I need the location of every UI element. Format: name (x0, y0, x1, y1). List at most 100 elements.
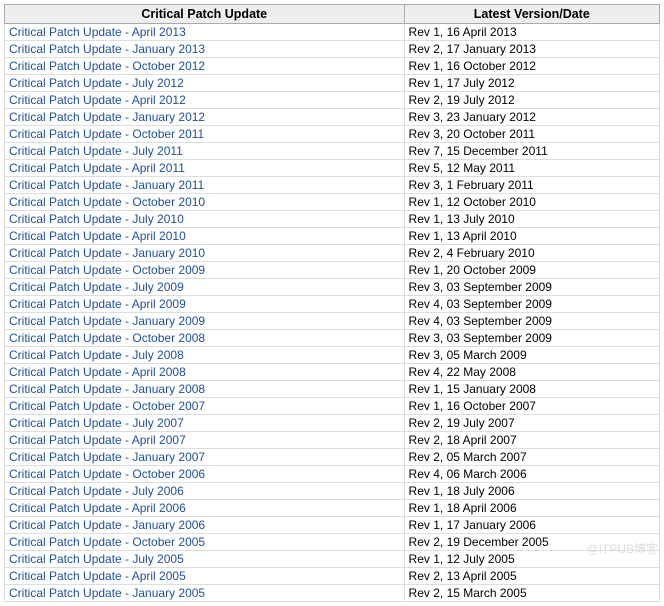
table-row: Critical Patch Update - January 2007 Rev … (5, 449, 660, 466)
col-header-date: Latest Version/Date (404, 5, 659, 24)
table-row: Critical Patch Update - April 2009Rev 4,… (5, 296, 660, 313)
patch-link[interactable]: Critical Patch Update - April 2006 (9, 501, 186, 515)
patch-link[interactable]: Critical Patch Update - October 2005 (9, 535, 205, 549)
table-row: Critical Patch Update - April 2005 Rev 2,… (5, 568, 660, 585)
patch-link[interactable]: Critical Patch Update - January 2013 (9, 42, 205, 56)
patch-name-cell: Critical Patch Update - January 2008 (5, 381, 405, 398)
table-row: Critical Patch Update - October 2008 Rev … (5, 330, 660, 347)
table-row: Critical Patch Update - January 2006 Rev … (5, 517, 660, 534)
patch-date-cell: Rev 1, 18 April 2006 (404, 500, 659, 517)
table-row: Critical Patch Update - October 2007Rev … (5, 398, 660, 415)
table-row: Critical Patch Update - July 2007Rev 2, … (5, 415, 660, 432)
patch-date-cell: Rev 1, 16 April 2013 (404, 24, 659, 41)
patch-date-cell: Rev 3, 05 March 2009 (404, 347, 659, 364)
patch-link[interactable]: Critical Patch Update - October 2011 (9, 127, 204, 141)
col-header-name: Critical Patch Update (5, 5, 405, 24)
table-row: Critical Patch Update - April 2008 Rev 4,… (5, 364, 660, 381)
patch-name-cell: Critical Patch Update - January 2010 (5, 245, 405, 262)
patch-link[interactable]: Critical Patch Update - July 2005 (9, 552, 184, 566)
table-row: Critical Patch Update - April 2006 Rev 1,… (5, 500, 660, 517)
patch-name-cell: Critical Patch Update - July 2010 (5, 211, 405, 228)
patch-name-cell: Critical Patch Update - January 2006 (5, 517, 405, 534)
table-body: Critical Patch Update - April 2013 Rev 1,… (5, 24, 660, 602)
table-row: Critical Patch Update - October 2006 Rev … (5, 466, 660, 483)
table-row: Critical Patch Update - October 2012 Rev … (5, 58, 660, 75)
patch-name-cell: Critical Patch Update - July 2012 (5, 75, 405, 92)
patch-link[interactable]: Critical Patch Update - July 2007 (9, 416, 184, 430)
patch-link[interactable]: Critical Patch Update - January 2007 (9, 450, 205, 464)
patch-date-cell: Rev 2, 15 March 2005 (404, 585, 659, 602)
table-row: Critical Patch Update - January 2011Rev … (5, 177, 660, 194)
patch-name-cell: Critical Patch Update - April 2007 (5, 432, 405, 449)
patch-link[interactable]: Critical Patch Update - October 2009 (9, 263, 205, 277)
patch-name-cell: Critical Patch Update - October 2012 (5, 58, 405, 75)
patch-name-cell: Critical Patch Update - January 2011 (5, 177, 405, 194)
patch-name-cell: Critical Patch Update - October 2009 (5, 262, 405, 279)
patch-link[interactable]: Critical Patch Update - April 2013 (9, 25, 186, 39)
patch-name-cell: Critical Patch Update - April 2006 (5, 500, 405, 517)
patch-date-cell: Rev 1, 16 October 2012 (404, 58, 659, 75)
patch-name-cell: Critical Patch Update - January 2005 (5, 585, 405, 602)
patch-link[interactable]: Critical Patch Update - January 2011 (9, 178, 204, 192)
patch-date-cell: Rev 4, 06 March 2006 (404, 466, 659, 483)
patch-date-cell: Rev 3, 20 October 2011 (404, 126, 659, 143)
patch-link[interactable]: Critical Patch Update - July 2012 (9, 76, 184, 90)
patch-link[interactable]: Critical Patch Update - July 2010 (9, 212, 184, 226)
patch-link[interactable]: Critical Patch Update - October 2012 (9, 59, 205, 73)
table-row: Critical Patch Update - January 2008Rev … (5, 381, 660, 398)
patch-date-cell: Rev 4, 22 May 2008 (404, 364, 659, 381)
patch-date-cell: Rev 1, 20 October 2009 (404, 262, 659, 279)
patch-link[interactable]: Critical Patch Update - January 2012 (9, 110, 205, 124)
patch-link[interactable]: Critical Patch Update - July 2011 (9, 144, 183, 158)
table-row: Critical Patch Update - April 2012Rev 2,… (5, 92, 660, 109)
patch-date-cell: Rev 1, 17 July 2012 (404, 75, 659, 92)
patch-date-cell: Rev 3, 23 January 2012 (404, 109, 659, 126)
patch-name-cell: Critical Patch Update - October 2006 (5, 466, 405, 483)
patch-date-cell: Rev 2, 13 April 2005 (404, 568, 659, 585)
patch-name-cell: Critical Patch Update - January 2013 (5, 41, 405, 58)
patch-date-cell: Rev 1, 17 January 2006 (404, 517, 659, 534)
patch-name-cell: Critical Patch Update - January 2009 (5, 313, 405, 330)
patch-link[interactable]: Critical Patch Update - October 2006 (9, 467, 205, 481)
patch-link[interactable]: Critical Patch Update - January 2005 (9, 586, 205, 600)
patch-link[interactable]: Critical Patch Update - April 2005 (9, 569, 186, 583)
patch-link[interactable]: Critical Patch Update - October 2008 (9, 331, 205, 345)
patch-link[interactable]: Critical Patch Update - April 2012 (9, 93, 186, 107)
patch-link[interactable]: Critical Patch Update - January 2006 (9, 518, 205, 532)
table-row: Critical Patch Update - April 2007Rev 2,… (5, 432, 660, 449)
patch-link[interactable]: Critical Patch Update - October 2007 (9, 399, 205, 413)
patch-link[interactable]: Critical Patch Update - April 2010 (9, 229, 186, 243)
patch-link[interactable]: Critical Patch Update - April 2009 (9, 297, 186, 311)
patch-link[interactable]: Critical Patch Update - January 2008 (9, 382, 205, 396)
patch-link[interactable]: Critical Patch Update - January 2010 (9, 246, 205, 260)
table-row: Critical Patch Update - July 2009Rev 3, … (5, 279, 660, 296)
patch-name-cell: Critical Patch Update - October 2005 (5, 534, 405, 551)
patch-link[interactable]: Critical Patch Update - July 2008 (9, 348, 184, 362)
table-row: Critical Patch Update - July 2005 Rev 1, … (5, 551, 660, 568)
patch-date-cell: Rev 2, 05 March 2007 (404, 449, 659, 466)
patch-link[interactable]: Critical Patch Update - October 2010 (9, 195, 205, 209)
table-row: Critical Patch Update - January 2013 Rev … (5, 41, 660, 58)
table-row: Critical Patch Update - July 2011Rev 7, … (5, 143, 660, 160)
patch-name-cell: Critical Patch Update - April 2011 (5, 160, 405, 177)
patch-link[interactable]: Critical Patch Update - July 2009 (9, 280, 184, 294)
table-row: Critical Patch Update - October 2011 Rev … (5, 126, 660, 143)
table-row: Critical Patch Update - January 2012 Rev … (5, 109, 660, 126)
patch-date-cell: Rev 2, 4 February 2010 (404, 245, 659, 262)
table-row: Critical Patch Update - January 2010 Rev … (5, 245, 660, 262)
table-row: Critical Patch Update - July 2008 Rev 3, … (5, 347, 660, 364)
patch-link[interactable]: Critical Patch Update - January 2009 (9, 314, 205, 328)
patch-link[interactable]: Critical Patch Update - April 2007 (9, 433, 186, 447)
patch-name-cell: Critical Patch Update - January 2007 (5, 449, 405, 466)
patch-name-cell: Critical Patch Update - April 2008 (5, 364, 405, 381)
patch-date-cell: Rev 1, 12 October 2010 (404, 194, 659, 211)
patch-date-cell: Rev 1, 12 July 2005 (404, 551, 659, 568)
patch-link[interactable]: Critical Patch Update - July 2006 (9, 484, 184, 498)
table-row: Critical Patch Update - October 2010 Rev … (5, 194, 660, 211)
patch-date-cell: Rev 2, 17 January 2013 (404, 41, 659, 58)
table-row: Critical Patch Update - January 2009Rev … (5, 313, 660, 330)
patch-link[interactable]: Critical Patch Update - April 2008 (9, 365, 186, 379)
patch-date-cell: Rev 3, 03 September 2009 (404, 330, 659, 347)
patch-link[interactable]: Critical Patch Update - April 2011 (9, 161, 185, 175)
patch-date-cell: Rev 5, 12 May 2011 (404, 160, 659, 177)
